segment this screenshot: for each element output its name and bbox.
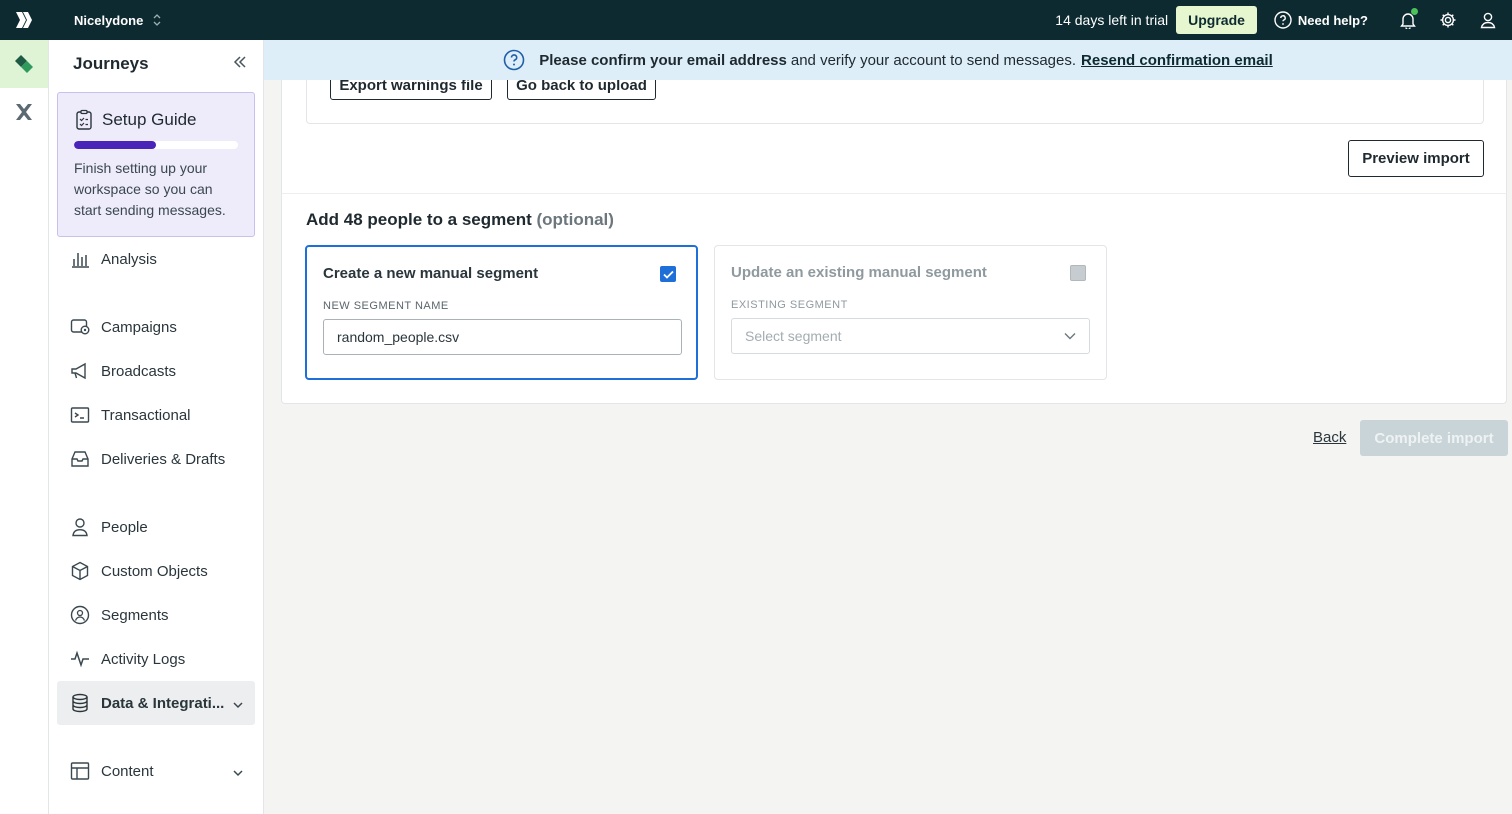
gear-icon — [1440, 12, 1456, 28]
check-icon — [662, 270, 674, 279]
rail-journeys[interactable] — [0, 40, 48, 88]
account-button[interactable] — [1468, 0, 1508, 40]
sidebar-item-label: Custom Objects — [101, 562, 208, 580]
setup-progress-fill — [74, 141, 156, 149]
sidebar-item-label: Content — [101, 762, 154, 780]
bar-chart-icon — [70, 249, 90, 269]
segment-optional-text: (optional) — [536, 210, 614, 229]
sidebar: Journeys Setup Guide Finish setting up y… — [49, 40, 264, 814]
help-label: Need help? — [1297, 12, 1368, 28]
help-button[interactable]: Need help? — [1274, 11, 1368, 29]
sidebar-item-label: Transactional — [101, 406, 191, 424]
settings-button[interactable] — [1428, 0, 1468, 40]
help-circle-icon — [503, 49, 525, 71]
new-segment-name-label: NEW SEGMENT NAME — [323, 300, 449, 312]
trial-status: 14 days left in trial — [1055, 12, 1169, 28]
sidebar-item-deliveries[interactable]: Deliveries & Drafts — [57, 437, 255, 481]
create-segment-checkbox[interactable] — [660, 266, 676, 282]
resend-confirmation-link[interactable]: Resend confirmation email — [1081, 52, 1273, 69]
upgrade-button[interactable]: Upgrade — [1176, 6, 1257, 34]
notifications-button[interactable] — [1388, 0, 1428, 40]
sidebar-item-custom-objects[interactable]: Custom Objects — [57, 549, 255, 593]
chevron-updown-icon — [153, 14, 161, 26]
setup-progress-bar — [74, 141, 238, 149]
sidebar-item-content[interactable]: Content — [57, 749, 255, 793]
collapse-sidebar-icon[interactable] — [233, 55, 247, 73]
setup-guide-title: Setup Guide — [102, 110, 197, 129]
megaphone-icon — [70, 361, 90, 381]
segment-title-text: Add 48 people to a segment — [306, 210, 532, 229]
database-icon — [70, 693, 90, 713]
existing-segment-checkbox[interactable] — [1070, 265, 1086, 281]
banner-bold-text: Please confirm your email address — [539, 51, 787, 69]
existing-segment-title: Update an existing manual segment — [731, 264, 987, 281]
sidebar-item-activity-logs[interactable]: Activity Logs — [57, 637, 255, 681]
create-new-segment-option[interactable]: Create a new manual segment NEW SEGMENT … — [305, 245, 698, 380]
create-segment-title: Create a new manual segment — [323, 265, 539, 282]
x-shape-icon — [16, 104, 32, 120]
sidebar-item-label: Activity Logs — [101, 650, 186, 668]
top-bar: Nicelydone 14 days left in trial Upgrade… — [0, 0, 1512, 40]
campaign-icon — [70, 317, 90, 337]
complete-import-button[interactable]: Complete import — [1360, 420, 1508, 456]
checklist-icon — [76, 109, 92, 130]
sidebar-item-campaigns[interactable]: Campaigns — [57, 305, 255, 349]
app-logo-icon[interactable] — [0, 0, 48, 40]
sidebar-item-segments[interactable]: Segments — [57, 593, 255, 637]
sidebar-item-label: Data & Integrati... — [101, 694, 225, 712]
help-icon — [1274, 11, 1292, 29]
chevron-down-icon — [1064, 333, 1076, 340]
segment-icon — [70, 605, 90, 625]
notification-badge — [1411, 8, 1418, 15]
chevron-down-icon — [233, 764, 243, 781]
app-rail — [0, 40, 49, 814]
setup-guide-text: Finish setting up your workspace so you … — [74, 160, 226, 218]
layout-icon — [70, 761, 90, 781]
sidebar-item-people[interactable]: People — [57, 505, 255, 549]
existing-segment-label: EXISTING SEGMENT — [731, 299, 848, 311]
update-existing-segment-option[interactable]: Update an existing manual segment EXISTI… — [714, 245, 1107, 380]
workspace-name: Nicelydone — [74, 12, 144, 28]
existing-segment-select[interactable]: Select segment — [731, 318, 1090, 354]
new-segment-name-input[interactable]: random_people.csv — [323, 319, 682, 355]
segment-card: Add 48 people to a segment (optional) Cr… — [281, 193, 1507, 404]
sidebar-item-analysis[interactable]: Analysis — [57, 237, 255, 281]
segment-section-title: Add 48 people to a segment (optional) — [306, 210, 614, 230]
email-confirmation-banner: Please confirm your email address and ve… — [264, 40, 1512, 80]
cube-icon — [70, 561, 90, 581]
banner-text: and verify your account to send messages… — [790, 51, 1077, 69]
workspace-switcher[interactable]: Nicelydone — [74, 13, 161, 28]
sidebar-item-label: Campaigns — [101, 318, 177, 336]
sidebar-item-label: Segments — [101, 606, 169, 624]
rail-secondary-app[interactable] — [0, 88, 48, 136]
journeys-icon — [15, 55, 33, 73]
select-placeholder: Select segment — [745, 328, 842, 344]
user-icon — [1480, 12, 1496, 29]
sidebar-item-label: Broadcasts — [101, 362, 177, 380]
sidebar-item-label: People — [101, 518, 148, 536]
pulse-icon — [70, 649, 90, 669]
chevron-down-icon — [233, 696, 243, 713]
person-icon — [70, 517, 90, 537]
setup-guide-card[interactable]: Setup Guide Finish setting up your works… — [57, 92, 255, 237]
sidebar-item-transactional[interactable]: Transactional — [57, 393, 255, 437]
sidebar-item-data-integrations[interactable]: Data & Integrati... — [57, 681, 255, 725]
back-link[interactable]: Back — [1313, 429, 1346, 446]
sidebar-title: Journeys — [73, 54, 149, 73]
inbox-icon — [70, 449, 90, 469]
sidebar-item-label: Analysis — [101, 250, 157, 268]
terminal-icon — [70, 405, 90, 425]
import-warnings-card: Export warnings file Go back to upload P… — [281, 70, 1507, 193]
sidebar-item-broadcasts[interactable]: Broadcasts — [57, 349, 255, 393]
sidebar-item-label: Deliveries & Drafts — [101, 450, 226, 468]
preview-import-button[interactable]: Preview import — [1348, 140, 1484, 177]
